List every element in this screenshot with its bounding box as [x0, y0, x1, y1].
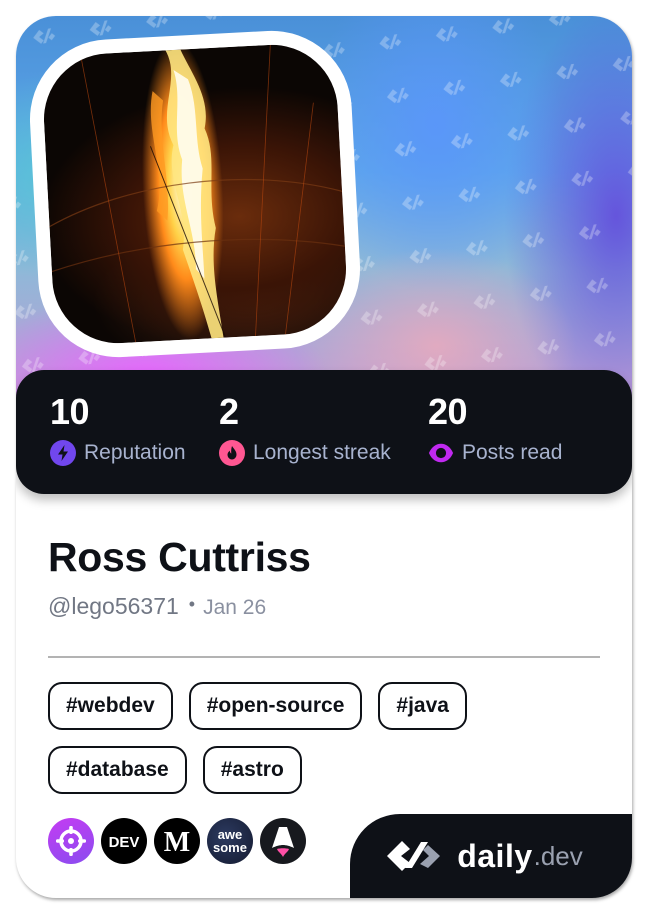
streak-value: 2 — [219, 391, 239, 432]
meta-separator: • — [188, 594, 196, 614]
brand-name: daily — [457, 837, 533, 874]
stats-bar: 10 Reputation 2 Longest streak 20 Posts … — [16, 370, 632, 494]
source-target[interactable] — [48, 818, 94, 864]
avatar-frame — [25, 26, 365, 362]
lightning-icon — [50, 440, 76, 466]
profile-name: Ross Cuttriss — [48, 534, 311, 580]
tag-open-source[interactable]: #open-source — [188, 682, 363, 730]
daily-dev-logo-icon — [387, 841, 441, 871]
streak-label: Longest streak — [253, 441, 391, 464]
reputation-label: Reputation — [84, 441, 186, 464]
posts-read-label: Posts read — [462, 441, 563, 464]
brand-suffix: .dev — [533, 840, 583, 871]
avatar-flame-image — [49, 44, 346, 343]
svg-text:DEV: DEV — [109, 834, 140, 851]
profile-handle[interactable]: @lego56371 — [48, 593, 179, 620]
cover-background — [16, 16, 632, 406]
source-list: DEV M awe some — [48, 818, 306, 864]
svg-text:some: some — [213, 840, 247, 855]
source-medium[interactable]: M — [154, 818, 200, 864]
crosshair-icon — [56, 826, 86, 856]
daily-dev-brand[interactable]: daily .dev — [350, 814, 632, 898]
posts-read-value: 20 — [428, 391, 468, 432]
stat-longest-streak: 2 Longest streak — [219, 390, 391, 468]
awesome-logo-icon: awe some — [213, 827, 247, 855]
stat-reputation: 10 Reputation — [50, 390, 186, 468]
tag-webdev[interactable]: #webdev — [48, 682, 173, 730]
flame-icon — [219, 440, 245, 466]
divider — [48, 656, 600, 658]
tag-database[interactable]: #database — [48, 746, 187, 794]
source-dev-to[interactable]: DEV — [101, 818, 147, 864]
astro-rocket-icon — [272, 827, 294, 857]
source-awesome[interactable]: awe some — [207, 818, 253, 864]
tag-java[interactable]: #java — [378, 682, 467, 730]
reputation-value: 10 — [50, 391, 90, 432]
source-astro[interactable] — [260, 818, 306, 864]
svg-text:M: M — [164, 827, 190, 858]
avatar[interactable] — [40, 41, 350, 347]
stat-posts-read: 20 Posts read — [428, 390, 562, 468]
dev-to-logo-icon: DEV — [109, 834, 140, 851]
eye-ring-icon — [428, 440, 454, 466]
profile-card: 10 Reputation 2 Longest streak 20 Posts … — [16, 16, 632, 898]
profile-meta: @lego56371 • Jan 26 — [48, 593, 266, 620]
joined-date: Jan 26 — [203, 596, 267, 619]
tag-astro[interactable]: #astro — [202, 746, 302, 794]
tag-list: #webdev #open-source #java #database #as… — [48, 682, 608, 794]
medium-logo-icon: M — [164, 827, 190, 858]
